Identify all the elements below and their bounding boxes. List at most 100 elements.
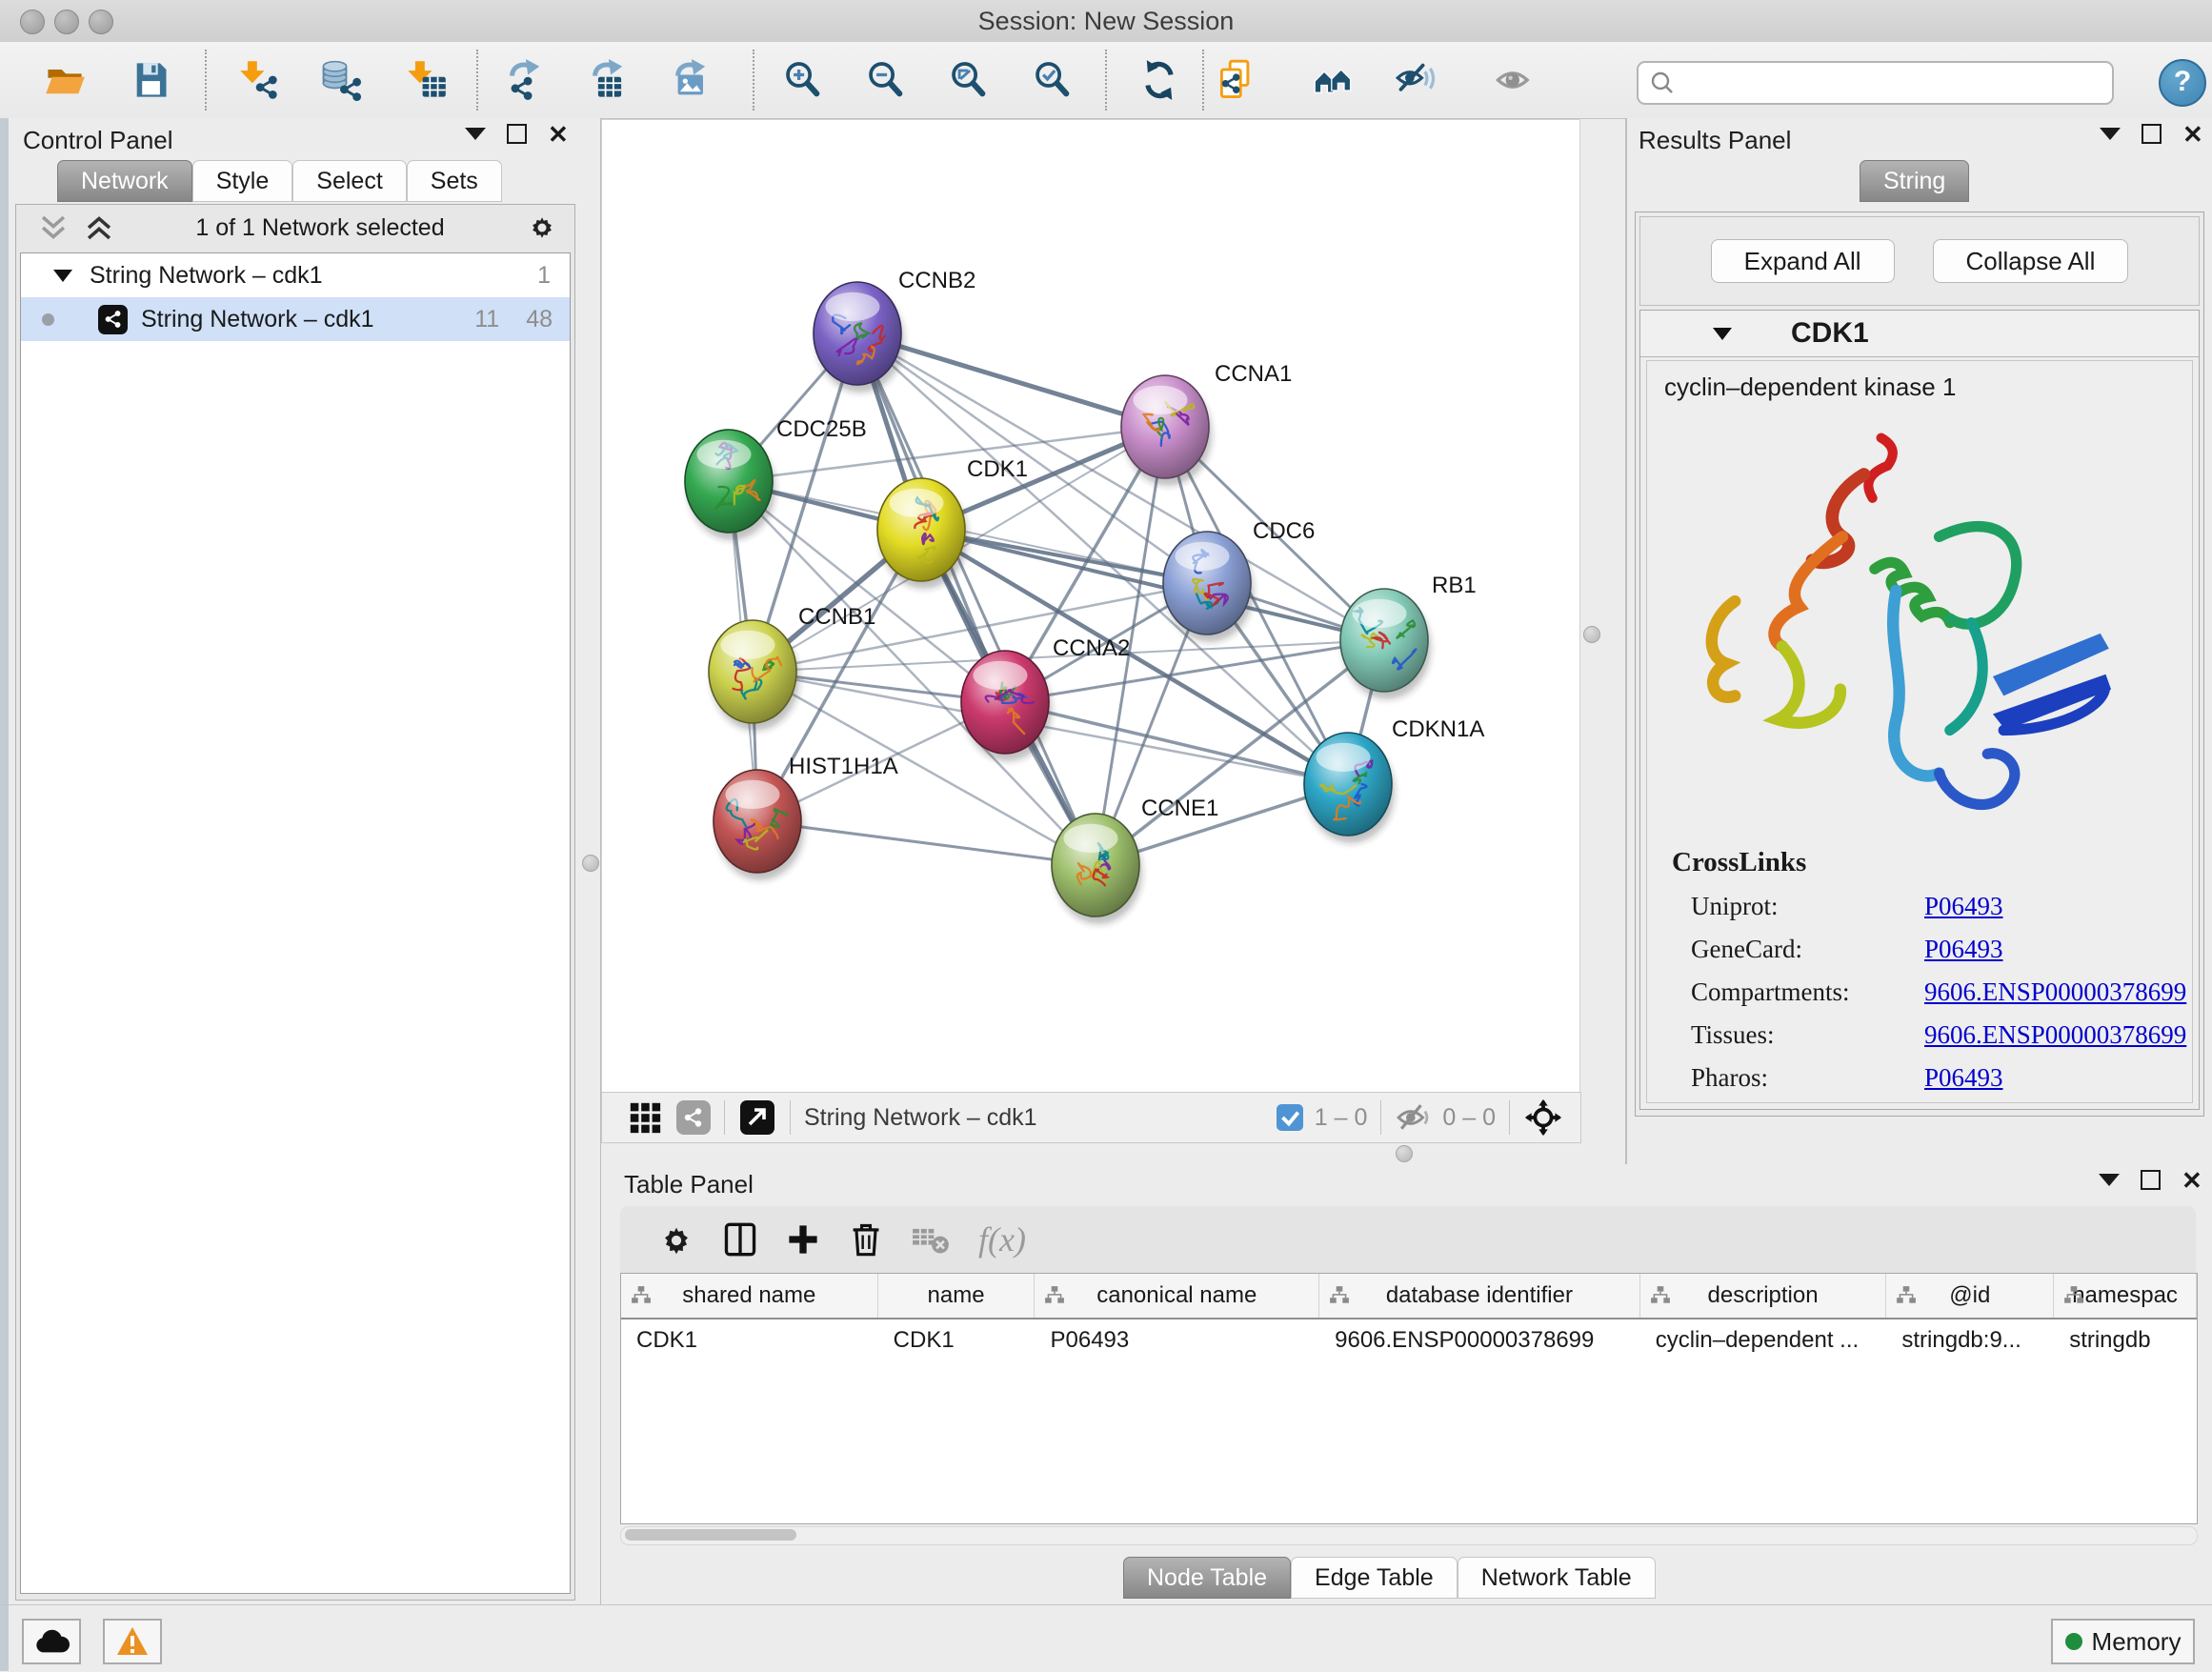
column-header-description[interactable]: description (1640, 1274, 1887, 1318)
maximize-window-icon[interactable] (89, 10, 113, 34)
network-collection-row[interactable]: String Network – cdk1 1 (21, 253, 570, 297)
crosslink-link[interactable]: P06493 (1924, 935, 2003, 964)
panel-menu-icon[interactable] (465, 128, 486, 140)
network-node-HIST1H1A[interactable]: HIST1H1A (714, 754, 898, 880)
network-edge[interactable] (1005, 702, 1348, 784)
network-node-CDC6[interactable]: CDC6 (1163, 518, 1315, 642)
collapse-all-button[interactable]: Collapse All (1933, 239, 2129, 283)
export-image-icon[interactable] (672, 59, 714, 101)
cloud-button[interactable] (22, 1619, 81, 1664)
table-cell[interactable]: 9606.ENSP00000378699 (1319, 1319, 1640, 1360)
table-cell[interactable]: CDK1 (878, 1319, 1036, 1360)
table-row[interactable]: CDK1CDK1P064939606.ENSP00000378699cyclin… (621, 1319, 2197, 1360)
network-node-CCNE1[interactable]: CCNE1 (1052, 796, 1218, 924)
column-header-namespac[interactable]: namespac (2054, 1274, 2197, 1318)
column-header-name[interactable]: name (878, 1274, 1036, 1318)
table-options-gear-icon[interactable] (658, 1221, 694, 1258)
search-input[interactable] (1682, 66, 2112, 100)
warnings-button[interactable] (103, 1619, 162, 1664)
import-network-from-database-icon[interactable] (319, 59, 361, 101)
save-session-icon[interactable] (130, 59, 171, 101)
selected-checkbox-icon[interactable] (1277, 1104, 1303, 1131)
memory-button[interactable]: Memory (2051, 1619, 2195, 1664)
tab-node-table[interactable]: Node Table (1123, 1557, 1291, 1599)
tab-sets[interactable]: Sets (407, 160, 502, 202)
show-all-icon[interactable] (1494, 59, 1536, 101)
tab-network[interactable]: Network (57, 160, 192, 202)
minimize-window-icon[interactable] (54, 10, 79, 34)
panel-menu-icon[interactable] (2100, 128, 2121, 140)
table-cell[interactable]: P06493 (1035, 1319, 1319, 1360)
table-cell[interactable]: stringdb (2054, 1319, 2197, 1360)
network-canvas[interactable]: CCNB2 CCNA1 CDC25B CDK1 CDC6 (601, 119, 1580, 1094)
crosslink-link[interactable]: 9606.ENSP00000378699 (1924, 977, 2186, 1007)
network-edge[interactable] (857, 333, 1096, 865)
open-in-window-icon[interactable] (738, 1098, 776, 1137)
search-icon (1650, 71, 1675, 95)
fit-selected-crosshair-icon[interactable] (1523, 1098, 1563, 1138)
zoom-fit-icon[interactable] (948, 59, 990, 101)
table-horizontal-scrollbar[interactable] (620, 1526, 2198, 1545)
protein-section-header[interactable]: CDK1 (1640, 311, 2199, 357)
network-node-CCNB2[interactable]: CCNB2 (814, 268, 975, 393)
section-expander-icon[interactable] (1713, 328, 1732, 340)
crosslink-link[interactable]: 9606.ENSP00000378699 (1924, 1020, 2186, 1050)
node-table[interactable]: shared namenamecanonical namedatabase id… (620, 1273, 2198, 1524)
show-columns-icon[interactable] (723, 1221, 757, 1258)
function-builder-icon: f(x) (978, 1219, 1026, 1259)
tab-string[interactable]: String (1860, 160, 1969, 202)
tab-network-table[interactable]: Network Table (1458, 1557, 1656, 1599)
right-splitter-handle[interactable] (1583, 626, 1600, 643)
open-session-icon[interactable] (44, 59, 86, 101)
crosslink-link[interactable]: P06493 (1924, 1063, 2003, 1093)
export-network-icon[interactable] (506, 59, 548, 101)
column-header-database-identifier[interactable]: database identifier (1319, 1274, 1640, 1318)
table-cell[interactable]: stringdb:9... (1886, 1319, 2054, 1360)
tab-edge-table[interactable]: Edge Table (1291, 1557, 1458, 1599)
network-edge[interactable] (921, 530, 1384, 640)
collection-expander-icon[interactable] (53, 270, 72, 282)
column-header--id[interactable]: @id (1886, 1274, 2054, 1318)
network-node-RB1[interactable]: RB1 (1340, 573, 1477, 699)
tab-select[interactable]: Select (292, 160, 406, 202)
column-header-shared-name[interactable]: shared name (621, 1274, 878, 1318)
table-cell[interactable]: CDK1 (621, 1319, 878, 1360)
panel-close-icon[interactable]: ✕ (2182, 1171, 2202, 1190)
zoom-in-icon[interactable] (782, 59, 824, 101)
hide-selected-icon[interactable] (1396, 59, 1438, 101)
export-table-icon[interactable] (589, 59, 631, 101)
network-row-selected[interactable]: String Network – cdk1 11 48 (21, 297, 570, 341)
panel-close-icon[interactable]: ✕ (2182, 125, 2203, 144)
horizontal-splitter-handle[interactable] (1396, 1145, 1413, 1162)
column-header-canonical-name[interactable]: canonical name (1035, 1274, 1319, 1318)
network-node-CDC25B[interactable]: CDC25B (685, 416, 867, 540)
import-network-icon[interactable] (238, 59, 280, 101)
panel-float-icon[interactable] (2142, 124, 2162, 144)
birds-eye-view-icon[interactable] (627, 1099, 663, 1136)
expand-all-icon[interactable] (83, 213, 115, 242)
panel-float-icon[interactable] (507, 124, 527, 144)
zoom-out-icon[interactable] (865, 59, 907, 101)
expand-all-button[interactable]: Expand All (1711, 239, 1895, 283)
close-window-icon[interactable] (20, 10, 45, 34)
first-neighbors-icon[interactable] (1313, 59, 1355, 101)
table-cell[interactable]: cyclin–dependent ... (1640, 1319, 1887, 1360)
zoom-selected-icon[interactable] (1032, 59, 1074, 101)
panel-menu-icon[interactable] (2099, 1174, 2120, 1186)
help-button[interactable]: ? (2159, 59, 2206, 107)
left-splitter-handle[interactable] (582, 855, 599, 872)
collapse-all-icon[interactable] (37, 213, 70, 242)
duplicate-network-icon[interactable] (1217, 59, 1259, 101)
network-options-gear-icon[interactable] (525, 211, 559, 245)
network-edge[interactable] (757, 821, 1096, 865)
import-table-icon[interactable] (406, 59, 448, 101)
network-node-CDKN1A[interactable]: CDKN1A (1304, 716, 1484, 843)
refresh-icon[interactable] (1138, 59, 1180, 101)
crosslink-link[interactable]: P06493 (1924, 892, 2003, 921)
panel-close-icon[interactable]: ✕ (548, 125, 569, 144)
panel-float-icon[interactable] (2141, 1170, 2161, 1190)
add-column-icon[interactable] (786, 1222, 820, 1257)
delete-column-icon[interactable] (849, 1221, 883, 1258)
scrollbar-thumb[interactable] (625, 1529, 796, 1541)
tab-style[interactable]: Style (192, 160, 293, 202)
